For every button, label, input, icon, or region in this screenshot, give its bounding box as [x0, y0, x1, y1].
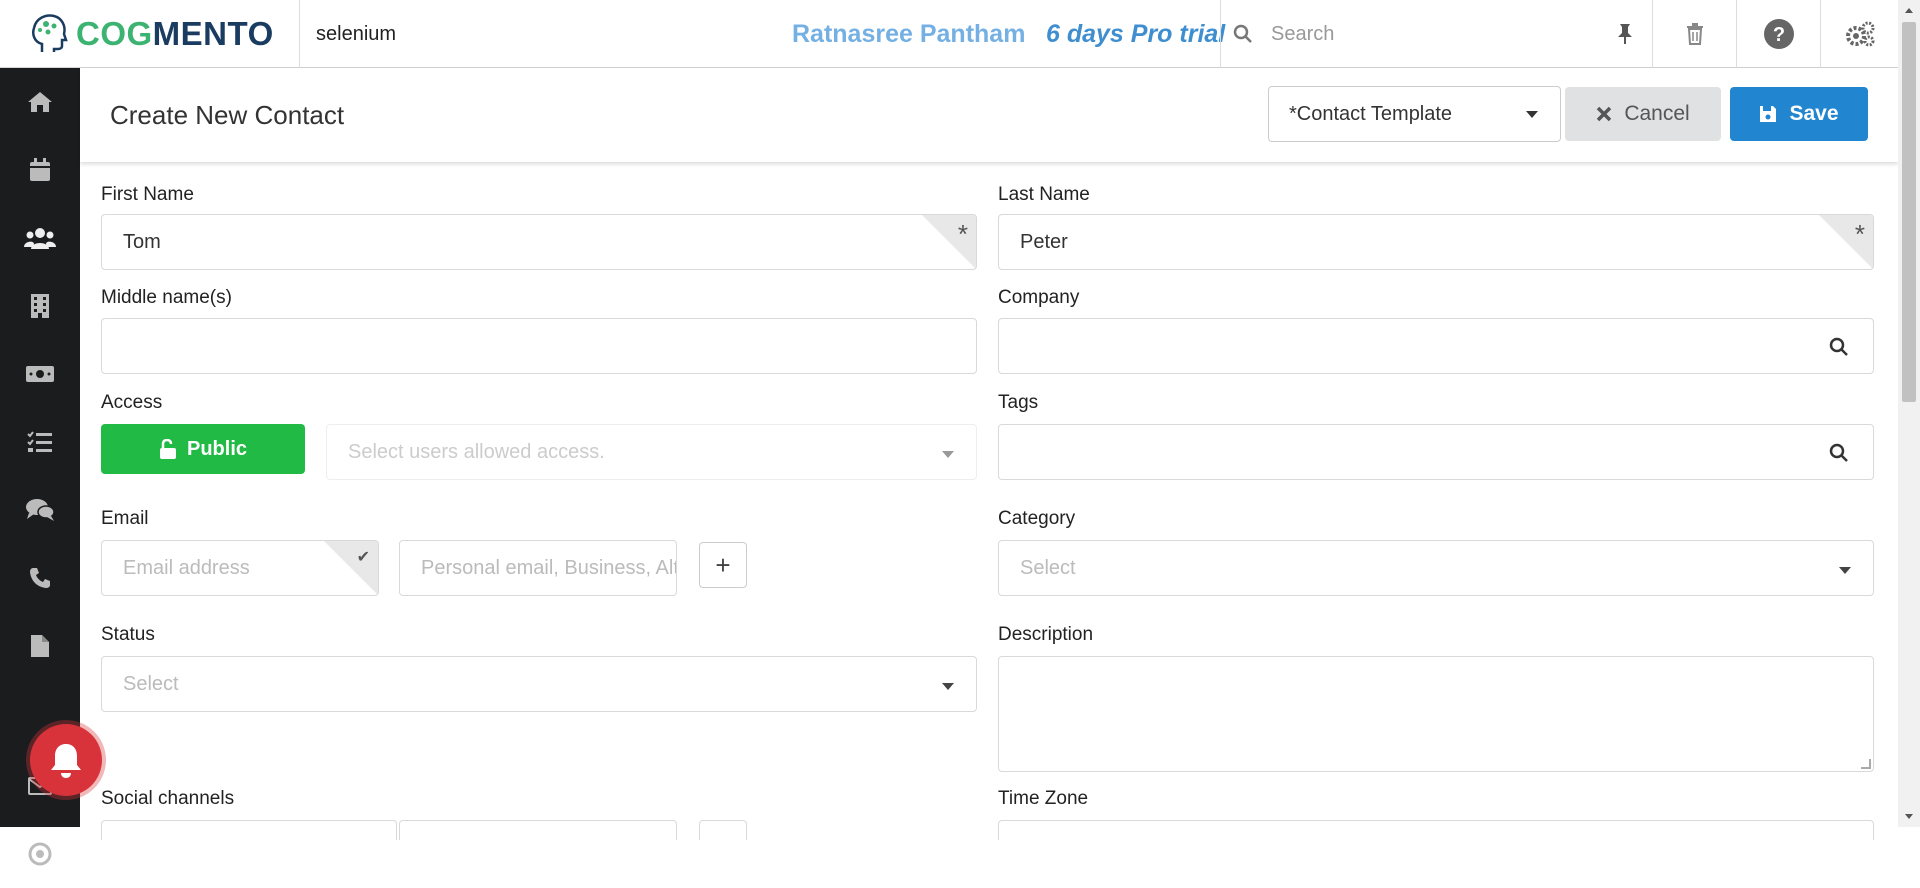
chevron-down-icon — [1526, 111, 1538, 118]
trial-badge[interactable]: 6 days Pro trial — [1046, 0, 1225, 68]
sidebar — [0, 68, 80, 866]
last-name-field[interactable]: Peter * — [998, 214, 1874, 270]
search-placeholder: Search — [1271, 22, 1335, 45]
calls-icon[interactable] — [0, 544, 80, 612]
plus-icon: + — [715, 549, 731, 580]
resize-handle-icon[interactable] — [1861, 759, 1871, 769]
time-zone-select[interactable] — [998, 820, 1874, 840]
cancel-button[interactable]: Cancel — [1565, 87, 1721, 141]
brand-name: COGMENTO — [76, 15, 274, 52]
tags-label: Tags — [998, 392, 1039, 413]
social-channels-label: Social channels — [101, 788, 235, 809]
last-name-value: Peter — [1020, 230, 1068, 253]
public-access-button[interactable]: Public — [101, 424, 305, 474]
allowed-users-select[interactable]: Select users allowed access. — [326, 424, 977, 480]
company-name: selenium — [316, 22, 397, 45]
template-value: *Contact Template — [1289, 102, 1453, 125]
unlock-icon — [159, 439, 176, 459]
tags-field[interactable] — [998, 424, 1874, 480]
help-icon[interactable]: ? — [1736, 0, 1820, 68]
save-label: Save — [1789, 102, 1839, 125]
middle-name-field[interactable] — [101, 318, 977, 374]
email-type-field[interactable]: Personal email, Business, Alt... — [399, 540, 677, 596]
add-social-button[interactable] — [699, 820, 747, 840]
settings-gear-icon[interactable] — [1820, 0, 1898, 68]
social-channel-select[interactable] — [101, 820, 397, 840]
scroll-thumb[interactable] — [1902, 22, 1916, 402]
first-name-field[interactable]: Tom * — [101, 214, 977, 270]
page-title: Create New Contact — [110, 99, 345, 130]
page-header: Create New Contact *Contact Template Can… — [80, 68, 1898, 162]
chevron-down-icon — [1839, 567, 1851, 574]
description-textarea[interactable] — [998, 656, 1874, 772]
public-label: Public — [186, 437, 247, 460]
description-label: Description — [998, 624, 1094, 645]
contact-template-select[interactable]: *Contact Template — [1268, 86, 1561, 142]
add-email-button[interactable]: + — [699, 542, 747, 588]
save-icon — [1760, 106, 1777, 122]
middle-name-label: Middle name(s) — [101, 287, 232, 308]
home-icon[interactable] — [0, 68, 80, 136]
time-zone-label: Time Zone — [998, 788, 1089, 809]
cancel-label: Cancel — [1624, 102, 1690, 125]
deals-icon[interactable] — [0, 340, 80, 408]
chevron-down-icon — [942, 451, 954, 458]
email-address-field[interactable]: Email address ✔ — [101, 540, 379, 596]
trash-icon[interactable] — [1652, 0, 1736, 68]
social-channel-field[interactable] — [399, 820, 677, 840]
allowed-users-placeholder: Select users allowed access. — [348, 440, 605, 463]
brand-logo[interactable]: COGMENTO — [0, 0, 300, 68]
cases-icon[interactable] — [0, 476, 80, 544]
category-placeholder: Select — [1020, 556, 1076, 579]
first-name-value: Tom — [123, 230, 161, 253]
status-placeholder: Select — [123, 672, 179, 695]
scroll-down-icon[interactable] — [1898, 809, 1920, 825]
email-label: Email — [101, 508, 149, 529]
category-select[interactable]: Select — [998, 540, 1874, 596]
status-select[interactable]: Select — [101, 656, 977, 712]
search-icon[interactable] — [1829, 337, 1849, 357]
scroll-up-icon[interactable] — [1898, 2, 1920, 18]
svg-text:?: ? — [1772, 24, 1784, 46]
asterisk-icon: * — [1854, 219, 1865, 249]
search-icon — [1233, 24, 1252, 43]
asterisk-icon: * — [957, 219, 968, 249]
first-name-label: First Name — [101, 184, 194, 205]
documents-icon[interactable] — [0, 612, 80, 680]
access-label: Access — [101, 392, 163, 413]
companies-icon[interactable] — [0, 272, 80, 340]
last-name-label: Last Name — [998, 184, 1090, 205]
email-type-placeholder: Personal email, Business, Alt... — [421, 556, 677, 579]
user-name[interactable]: Ratnasree Pantham — [792, 0, 1025, 68]
company-label: Company — [998, 287, 1080, 308]
global-search[interactable]: Search — [1220, 0, 1650, 68]
contacts-icon[interactable] — [0, 204, 80, 272]
status-label: Status — [101, 624, 155, 645]
bell-icon — [51, 744, 81, 778]
category-label: Category — [998, 508, 1076, 529]
close-icon — [1597, 106, 1612, 122]
pin-icon[interactable] — [1600, 0, 1650, 68]
calendar-icon[interactable] — [0, 136, 80, 204]
brain-logo-icon — [32, 14, 68, 52]
top-bar: COGMENTO selenium Ratnasree Pantham 6 da… — [0, 0, 1898, 68]
notification-bell-button[interactable] — [30, 724, 102, 796]
email-placeholder: Email address — [123, 556, 250, 579]
campaigns-icon[interactable] — [0, 820, 80, 888]
search-icon[interactable] — [1829, 443, 1849, 463]
save-button[interactable]: Save — [1730, 87, 1868, 141]
tasks-icon[interactable] — [0, 408, 80, 476]
contact-form: First Name Tom * Last Name Peter * Middl… — [80, 162, 1898, 840]
check-icon: ✔ — [356, 549, 370, 566]
chevron-down-icon — [942, 683, 954, 690]
company-field[interactable] — [998, 318, 1874, 374]
